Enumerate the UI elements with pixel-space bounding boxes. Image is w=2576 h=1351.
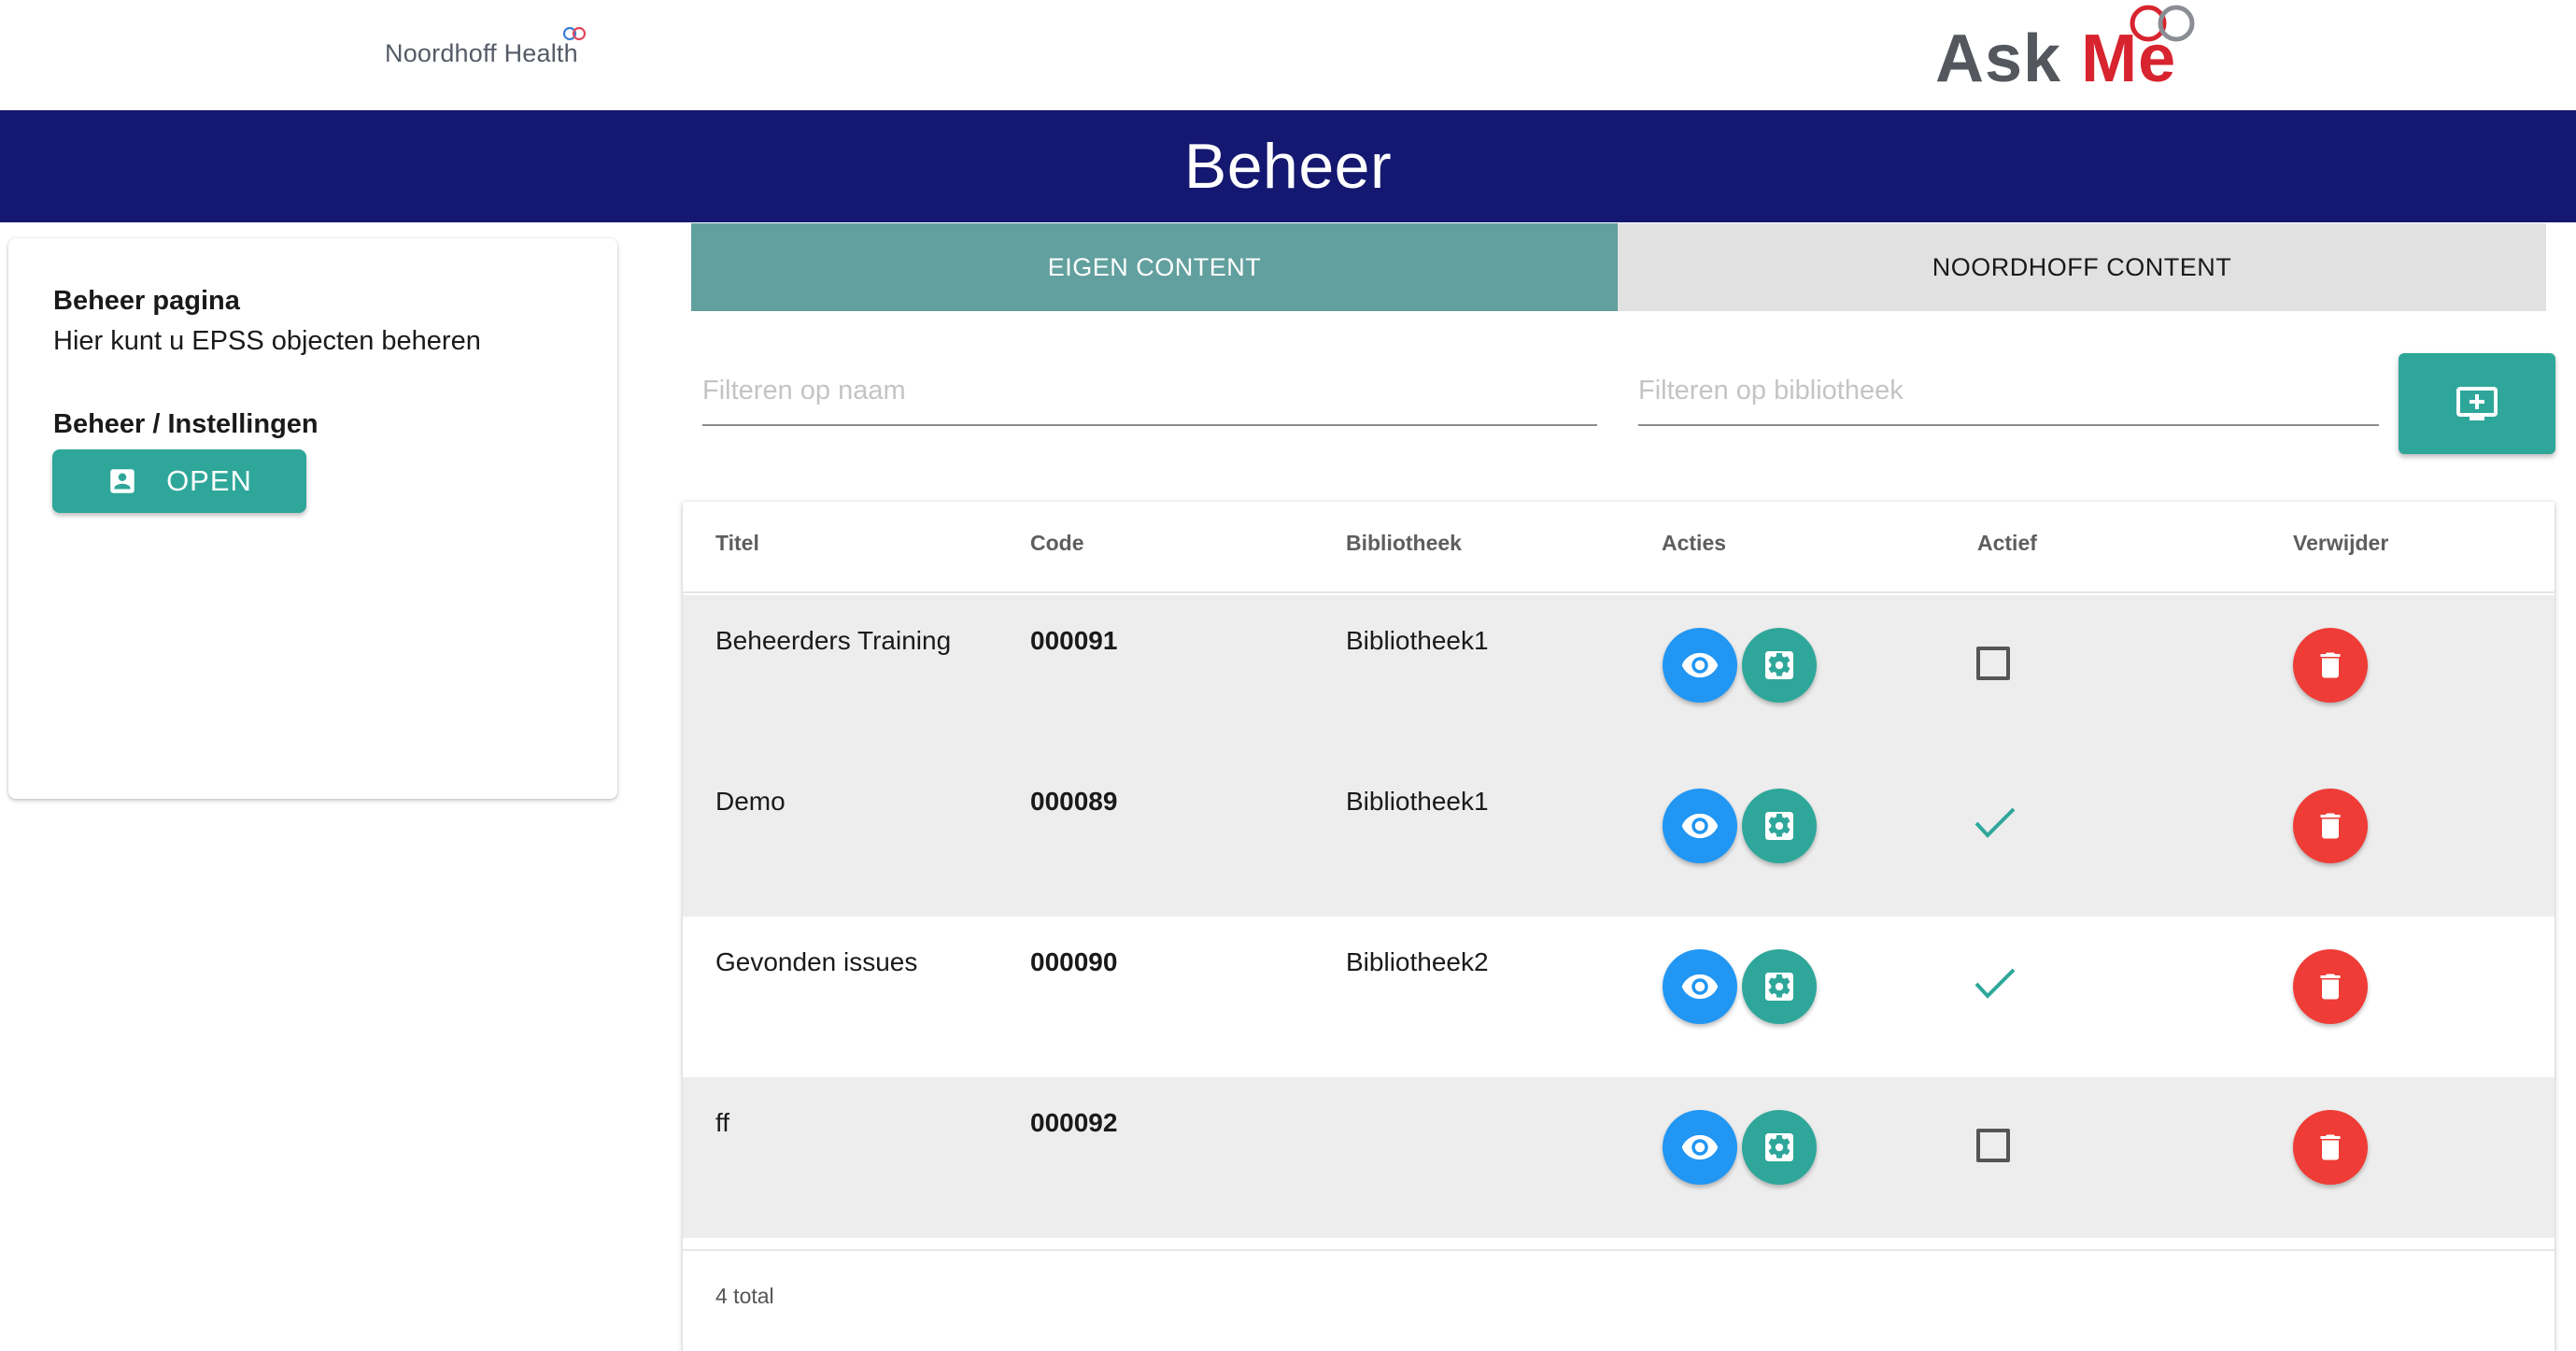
settings-gear-icon: [1765, 812, 1793, 840]
table-footer: 4 total: [683, 1249, 2555, 1351]
column-header-verwijder: Verwijder: [2293, 531, 2389, 555]
account-box-icon: [110, 469, 134, 493]
check-icon[interactable]: [1974, 804, 2017, 842]
row-code: 000092: [1030, 1108, 1118, 1137]
infinity-rings-icon: [2130, 5, 2195, 42]
row-code: 000090: [1030, 947, 1118, 976]
page-title-bar: Beheer: [0, 110, 2576, 222]
row-library: Bibliotheek1: [1346, 626, 1489, 655]
view-button[interactable]: [1663, 1110, 1737, 1185]
row-code: 000091: [1030, 626, 1118, 655]
settings-button[interactable]: [1742, 1110, 1817, 1185]
row-title: Demo: [715, 787, 786, 816]
table-row: Demo 000089 Bibliotheek1: [683, 756, 2555, 917]
sidebar-heading: Beheer pagina: [53, 286, 240, 316]
infinity-rings-icon: [562, 26, 587, 41]
view-button[interactable]: [1663, 628, 1737, 703]
filter-name-input[interactable]: [702, 357, 1597, 426]
page-title: Beheer: [1183, 131, 1393, 202]
settings-gear-icon: [1765, 1133, 1793, 1161]
delete-button[interactable]: [2293, 949, 2368, 1024]
row-library: Bibliotheek2: [1346, 947, 1489, 976]
eye-icon: [1681, 652, 1719, 678]
column-header-bibliotheek: Bibliotheek: [1346, 531, 1462, 555]
column-header-titel: Titel: [715, 531, 759, 555]
total-count: 4 total: [715, 1284, 774, 1308]
active-checkbox-unchecked[interactable]: [1976, 1129, 2010, 1162]
check-icon[interactable]: [1974, 965, 2017, 1003]
ask-me-logo: Ask Me: [1935, 5, 2195, 97]
view-button[interactable]: [1663, 949, 1737, 1024]
top-header: Noordhoff Health Ask Me: [0, 0, 2576, 110]
delete-button[interactable]: [2293, 1110, 2368, 1185]
column-header-code: Code: [1030, 531, 1084, 555]
trash-icon: [2320, 652, 2341, 678]
eye-icon: [1681, 1134, 1719, 1160]
trash-icon: [2320, 974, 2341, 1000]
trash-icon: [2320, 1134, 2341, 1160]
open-button-label: OPEN: [166, 464, 252, 497]
tab-eigen-content[interactable]: EIGEN CONTENT: [691, 223, 1618, 311]
table-header: Titel Code Bibliotheek Acties Actief Ver…: [683, 502, 2555, 593]
filter-library-input[interactable]: [1638, 357, 2379, 426]
eye-icon: [1681, 974, 1719, 1000]
settings-button[interactable]: [1742, 789, 1817, 863]
row-title: Beheerders Training: [715, 626, 952, 655]
delete-button[interactable]: [2293, 628, 2368, 703]
sidebar-card: Beheer pagina Hier kunt u EPSS objecten …: [8, 238, 617, 799]
row-library: Bibliotheek1: [1346, 787, 1489, 816]
settings-button[interactable]: [1742, 628, 1817, 703]
open-settings-button[interactable]: OPEN: [52, 449, 306, 513]
noordhoff-health-logo: Noordhoff Health: [385, 26, 587, 68]
settings-heading: Beheer / Instellingen: [53, 409, 318, 439]
row-title: Gevonden issues: [715, 947, 918, 976]
settings-button[interactable]: [1742, 949, 1817, 1024]
delete-button[interactable]: [2293, 789, 2368, 863]
settings-gear-icon: [1765, 973, 1793, 1001]
row-title: ff: [715, 1108, 730, 1137]
active-checkbox-unchecked[interactable]: [1976, 647, 2010, 680]
table-row: Gevonden issues 000090 Bibliotheek2: [683, 917, 2555, 1077]
add-to-screen-icon: [2456, 387, 2498, 420]
view-button[interactable]: [1663, 789, 1737, 863]
row-code: 000089: [1030, 787, 1118, 816]
table-row: ff 000092: [683, 1077, 2555, 1238]
settings-gear-icon: [1765, 651, 1793, 679]
content-table: Titel Code Bibliotheek Acties Actief Ver…: [683, 502, 2555, 1351]
eye-icon: [1681, 813, 1719, 839]
column-header-actief: Actief: [1977, 531, 2037, 555]
column-header-acties: Acties: [1662, 531, 1727, 555]
add-content-button[interactable]: [2399, 353, 2555, 454]
table-row: Beheerders Training 000091 Bibliotheek1: [683, 595, 2555, 756]
trash-icon: [2320, 813, 2341, 839]
sidebar-description: Hier kunt u EPSS objecten beheren: [53, 326, 481, 356]
tab-noordhoff-content[interactable]: NOORDHOFF CONTENT: [1618, 223, 2546, 311]
